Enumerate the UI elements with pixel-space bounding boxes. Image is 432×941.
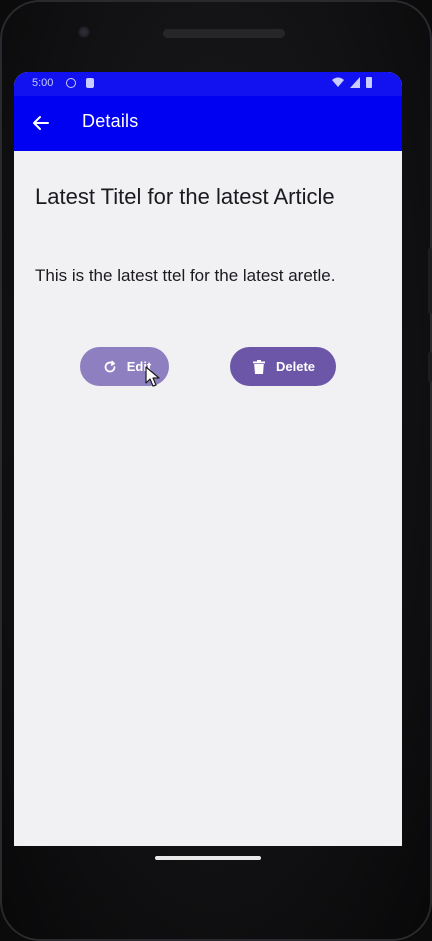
arrow-left-icon <box>33 116 49 130</box>
status-time: 5:00 <box>32 77 54 89</box>
settings-status-icon <box>66 78 76 88</box>
page-title: Details <box>82 111 139 131</box>
front-camera <box>78 26 90 38</box>
battery-icon <box>366 77 372 88</box>
delete-button[interactable]: Delete <box>230 347 336 386</box>
wifi-icon <box>332 77 344 87</box>
back-button[interactable] <box>26 108 56 138</box>
power-button <box>428 352 432 382</box>
phone-frame: 5:00 Details Latest Titel for the latest… <box>0 0 432 941</box>
trash-icon <box>251 359 267 375</box>
earpiece-speaker <box>163 29 285 38</box>
app-bar: Details <box>14 96 402 151</box>
volume-button <box>428 248 432 314</box>
status-bar: 5:00 <box>14 72 402 96</box>
delete-button-label: Delete <box>275 359 316 374</box>
home-indicator[interactable] <box>155 856 261 860</box>
sd-card-status-icon <box>86 78 94 88</box>
refresh-icon <box>102 359 118 375</box>
article-title: Latest Titel for the latest Article <box>35 184 335 209</box>
edit-button-label: Edit <box>126 359 152 374</box>
edit-button[interactable]: Edit <box>80 347 169 386</box>
signal-icon <box>350 77 360 88</box>
screen: 5:00 Details Latest Titel for the latest… <box>14 72 402 846</box>
article-body: This is the latest ttel for the latest a… <box>35 266 336 285</box>
